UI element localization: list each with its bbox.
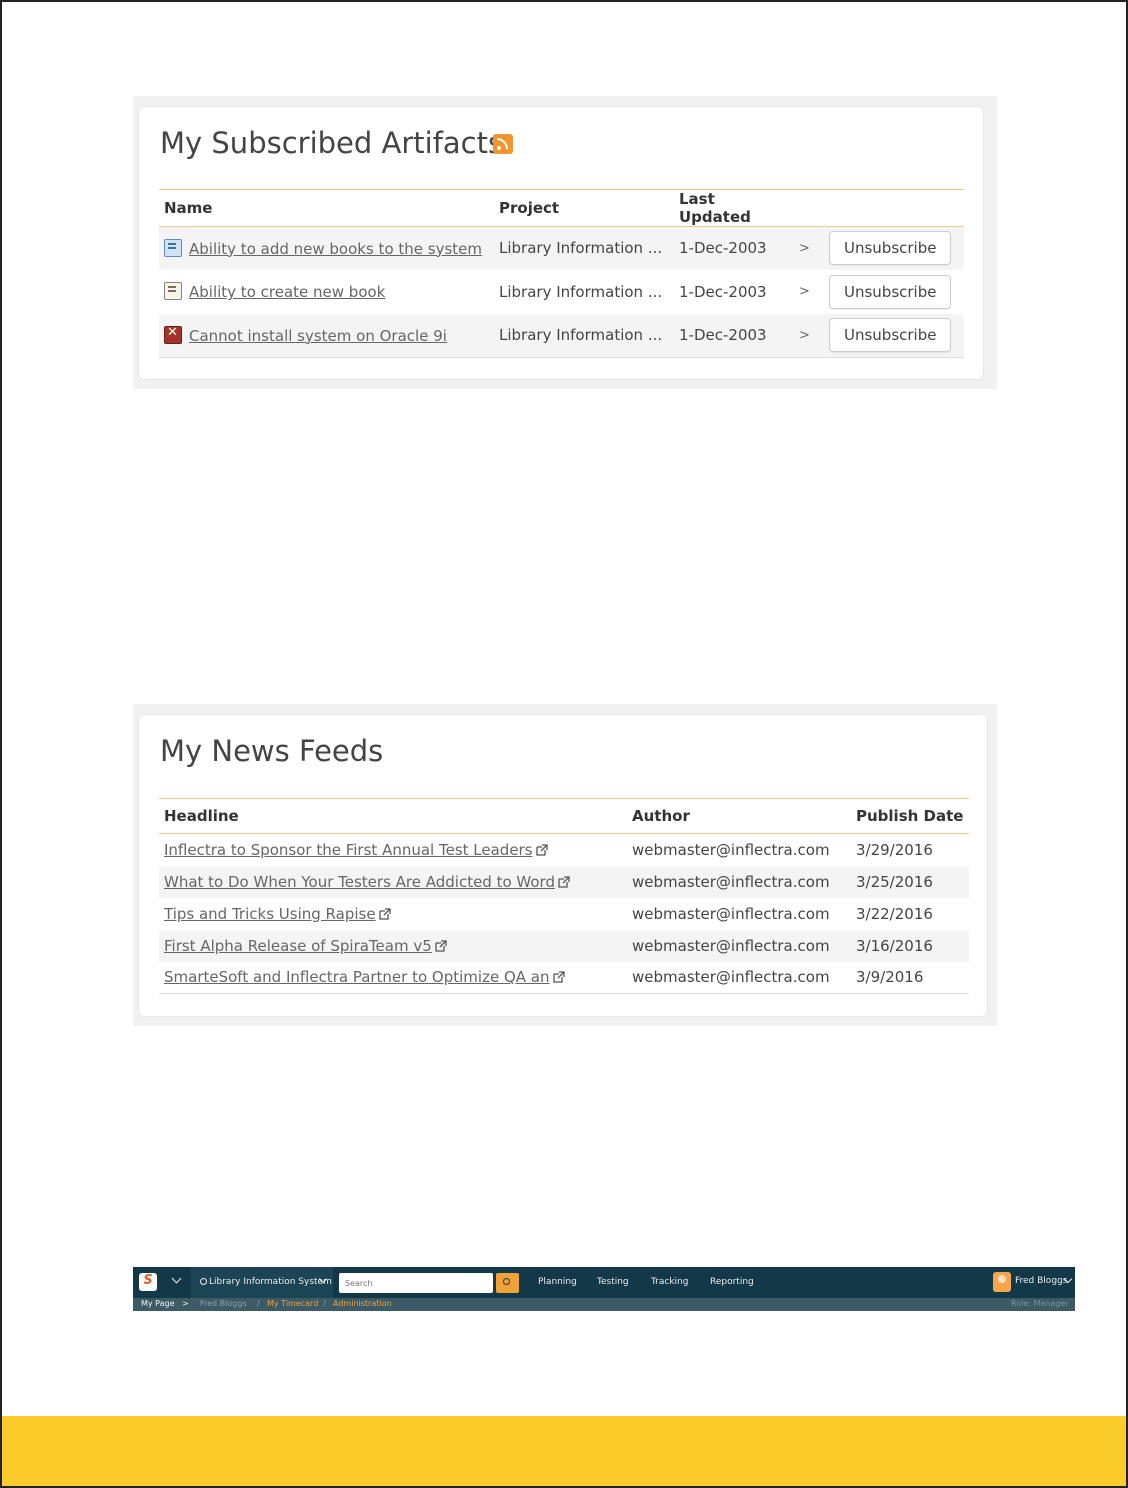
col-last-updated[interactable]: Last Updated: [674, 189, 794, 227]
project-circle-icon: [200, 1278, 207, 1285]
table-row: Tips and Tricks Using Rapise webmaster@i…: [159, 898, 969, 930]
headline-link[interactable]: Inflectra to Sponsor the First Annual Te…: [164, 841, 533, 859]
project-cell: Library Information ...: [499, 282, 663, 301]
headline-link[interactable]: Tips and Tricks Using Rapise: [164, 905, 376, 923]
date-cell: 3/22/2016: [856, 904, 933, 923]
artifact-link[interactable]: Cannot install system on Oracle 9i: [189, 327, 447, 345]
subscribed-artifacts-card: My Subscribed Artifacts Name Project Las…: [139, 107, 983, 379]
chevron-right-icon[interactable]: >: [794, 227, 824, 270]
requirement-icon: [164, 282, 182, 300]
external-link-icon[interactable]: [435, 939, 447, 952]
rss-feed-icon[interactable]: [493, 134, 513, 154]
search-input[interactable]: [339, 1273, 493, 1293]
menu-reporting[interactable]: Reporting: [710, 1277, 754, 1287]
external-link-icon[interactable]: [378, 907, 391, 920]
app-logo[interactable]: S: [139, 1273, 157, 1291]
avatar-face: [998, 1275, 1006, 1283]
menu-planning[interactable]: Planning: [538, 1277, 577, 1287]
subscribed-title: My Subscribed Artifacts: [160, 126, 504, 160]
author-cell: webmaster@inflectra.com: [632, 872, 830, 891]
breadcrumb: My Page > Fred Bloggs / My Timecard / Ad…: [133, 1298, 1075, 1311]
breadcrumb-my-page[interactable]: My Page: [141, 1299, 175, 1308]
external-link-icon[interactable]: [552, 971, 565, 983]
footer-band: [0, 1416, 1128, 1488]
app-navbar: S Library Information System Planning Te…: [133, 1267, 1075, 1298]
table-row: SmarteSoft and Inflectra Partner to Opti…: [159, 961, 969, 994]
author-cell: webmaster@inflectra.com: [632, 840, 830, 859]
updated-cell: 1-Dec-2003: [679, 282, 767, 301]
table-row: Ability to create new book Library Infor…: [159, 270, 964, 314]
author-cell: webmaster@inflectra.com: [627, 961, 851, 994]
requirement-icon: [164, 238, 182, 257]
headline-link[interactable]: First Alpha Release of SpiraTeam v5: [164, 937, 432, 955]
menu-testing[interactable]: Testing: [597, 1277, 629, 1287]
table-row: First Alpha Release of SpiraTeam v5 webm…: [159, 929, 969, 962]
chevron-down-icon[interactable]: [171, 1273, 182, 1284]
table-row: What to Do When Your Testers Are Addicte…: [159, 865, 969, 898]
external-link-icon[interactable]: [535, 844, 548, 856]
external-link-icon[interactable]: [558, 875, 570, 888]
logo-letter: S: [143, 1273, 153, 1288]
user-name[interactable]: Fred Bloggs: [1015, 1276, 1067, 1286]
author-cell: webmaster@inflectra.com: [632, 904, 830, 923]
table-row: Inflectra to Sponsor the First Annual Te…: [159, 834, 969, 866]
unsubscribe-button[interactable]: Unsubscribe: [829, 231, 952, 266]
project-cell: Library Information ...: [499, 239, 663, 258]
author-cell: webmaster@inflectra.com: [632, 936, 830, 955]
search-icon: [503, 1278, 510, 1285]
col-project[interactable]: Project: [494, 189, 674, 227]
incident-icon: [164, 325, 182, 344]
artifact-link[interactable]: Ability to add new books to the system: [189, 240, 482, 258]
updated-cell: 1-Dec-2003: [679, 239, 767, 258]
subscribed-table: Name Project Last Updated Ability to add…: [159, 189, 964, 358]
col-publish-date[interactable]: Publish Date: [851, 798, 969, 834]
unsubscribe-button[interactable]: Unsubscribe: [829, 274, 952, 309]
breadcrumb-separator: /: [323, 1299, 326, 1308]
news-feeds-card: My News Feeds Headline Author Publish Da…: [139, 715, 987, 1016]
breadcrumb-timecard[interactable]: My Timecard: [267, 1299, 318, 1308]
menu-tracking[interactable]: Tracking: [651, 1277, 688, 1287]
project-selector[interactable]: Library Information System: [191, 1267, 333, 1298]
table-row: Ability to add new books to the system L…: [159, 226, 964, 270]
artifact-link[interactable]: Ability to create new book: [189, 283, 385, 301]
col-headline[interactable]: Headline: [159, 798, 627, 834]
news-title: My News Feeds: [160, 734, 384, 768]
date-cell: 3/16/2016: [856, 936, 933, 955]
breadcrumb-separator: >: [182, 1299, 189, 1308]
chevron-right-icon[interactable]: >: [794, 313, 824, 358]
updated-cell: 1-Dec-2003: [674, 313, 794, 358]
col-name[interactable]: Name: [159, 189, 494, 227]
unsubscribe-button[interactable]: Unsubscribe: [829, 318, 952, 353]
chevron-right-icon[interactable]: >: [794, 270, 824, 314]
date-cell: 3/25/2016: [856, 872, 933, 891]
date-cell: 3/9/2016: [851, 961, 969, 994]
news-table: Headline Author Publish Date Inflectra t…: [159, 798, 969, 994]
role-label: Role: Manager: [1011, 1299, 1069, 1308]
date-cell: 3/29/2016: [856, 840, 933, 859]
project-cell: Library Information ...: [494, 313, 674, 358]
project-name: Library Information System: [209, 1277, 332, 1287]
avatar[interactable]: [993, 1272, 1011, 1292]
breadcrumb-administration[interactable]: Administration: [333, 1299, 392, 1308]
breadcrumb-separator: /: [257, 1299, 260, 1308]
breadcrumb-user[interactable]: Fred Bloggs: [200, 1299, 247, 1308]
col-author[interactable]: Author: [627, 798, 851, 834]
headline-link[interactable]: What to Do When Your Testers Are Addicte…: [164, 873, 555, 891]
table-row: Cannot install system on Oracle 9i Libra…: [159, 313, 964, 358]
search-button[interactable]: [496, 1273, 519, 1293]
headline-link[interactable]: SmarteSoft and Inflectra Partner to Opti…: [164, 968, 550, 986]
